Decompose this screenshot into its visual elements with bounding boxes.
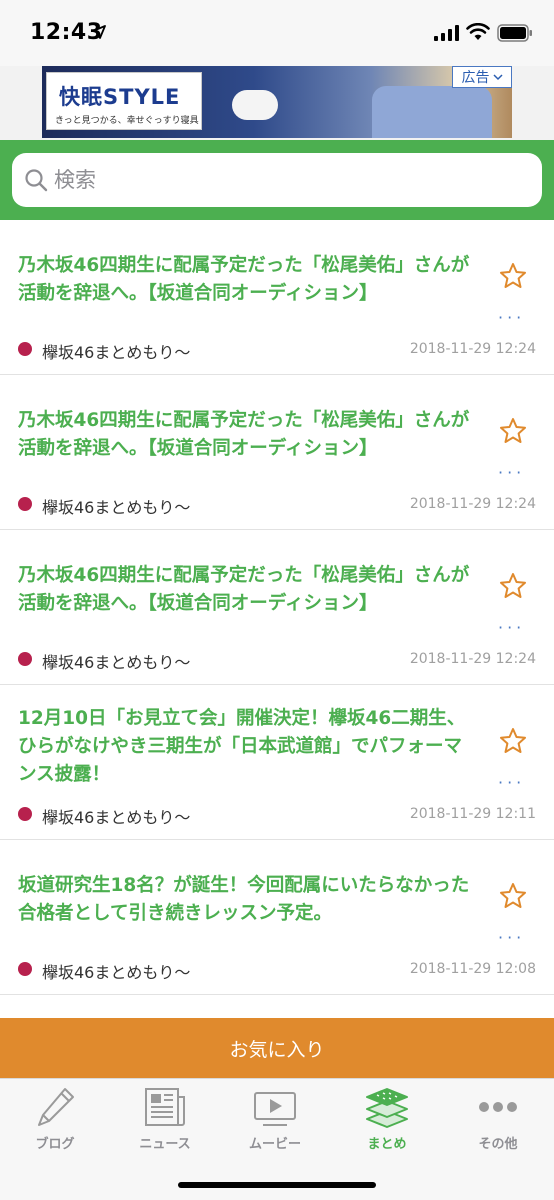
sheep-illustration [232,90,278,120]
source-dot [18,497,32,511]
ad-logo: 快眠STYLE [59,85,181,109]
tab-matome[interactable]: まとめ [332,1079,442,1159]
wifi-icon [466,23,490,40]
star-icon[interactable] [499,727,527,755]
more-icon [479,1102,517,1112]
more-options-icon[interactable]: ··· [498,308,534,327]
star-icon[interactable] [499,417,527,445]
article-date: 2018-11-29 12:24 [409,651,536,667]
tab-blog[interactable]: ブログ [0,1079,110,1159]
search-input[interactable] [54,153,524,207]
tab-label: ムービー [248,1137,301,1152]
newspaper-icon [145,1088,185,1126]
tab-other[interactable]: その他 [443,1079,553,1159]
battery-icon [497,24,532,42]
layers-icon [366,1088,408,1128]
favorites-button[interactable]: お気に入り [0,1018,554,1078]
article-title[interactable]: 乃木坂46四期生に配属予定だった「松尾美佑」さんが活動を辞退へ。【坂道合同オーデ… [18,407,478,463]
ad-badge-label: 広告 [461,70,490,86]
tab-bar: ブログ ニュース ムービー まとめ その他 [0,1078,554,1200]
ad-area: 快眠STYLE きっと見つかる、幸せぐっすり寝具 広告 [0,66,554,140]
article-item[interactable]: 乃木坂46四期生に配属予定だった「松尾美佑」さんが活動を辞退へ。【坂道合同オーデ… [0,220,554,375]
source-name: 欅坂46まとめもり〜 [42,343,191,362]
search-bar [0,140,554,220]
search-box[interactable] [12,153,542,207]
source-name: 欅坂46まとめもり〜 [42,653,191,672]
ad-banner[interactable]: 快眠STYLE きっと見つかる、幸せぐっすり寝具 [42,66,512,138]
tab-label: ブログ [35,1137,75,1152]
tab-label: ニュース [139,1137,191,1152]
article-date: 2018-11-29 12:11 [409,806,536,822]
article-item[interactable]: 乃木坂46四期生に配属予定だった「松尾美佑」さんが活動を辞退へ。【坂道合同オーデ… [0,530,554,685]
play-icon [254,1092,296,1126]
signal-icon [434,25,459,41]
home-indicator [178,1182,376,1188]
article-item[interactable]: 坂道研究生18名？が誕生！今回配属にいたらなかった合格者として引き続きレッスン予… [0,840,554,995]
chevron-down-icon [492,74,503,81]
more-options-icon[interactable]: ··· [498,463,534,482]
article-date: 2018-11-29 12:24 [409,341,536,357]
ad-logo-box: 快眠STYLE きっと見つかる、幸せぐっすり寝具 [46,72,202,130]
pen-icon [38,1088,74,1126]
source-dot [18,807,32,821]
star-icon[interactable] [499,572,527,600]
tab-label: その他 [478,1137,518,1152]
pillow-illustration [372,86,492,138]
source-dot [18,652,32,666]
source-name: 欅坂46まとめもり〜 [42,808,191,827]
article-date: 2018-11-29 12:08 [409,961,536,977]
ad-badge[interactable]: 広告 [452,66,512,88]
source-dot [18,962,32,976]
star-icon[interactable] [499,262,527,290]
more-options-icon[interactable]: ··· [498,773,534,792]
more-options-icon[interactable]: ··· [498,618,534,637]
article-item[interactable]: 乃木坂46四期生に配属予定だった「松尾美佑」さんが活動を辞退へ。【坂道合同オーデ… [0,375,554,530]
ad-tagline: きっと見つかる、幸せぐっすり寝具 [55,116,199,126]
status-bar: 12:43 [0,0,554,66]
source-name: 欅坂46まとめもり〜 [42,963,191,982]
tab-movie[interactable]: ムービー [220,1079,330,1159]
article-title[interactable]: 12月10日「お見立て会」開催決定！欅坂46二期生、ひらがなけやき三期生が「日本… [18,705,478,789]
tab-news[interactable]: ニュース [110,1079,220,1159]
location-arrow-icon [92,25,106,39]
source-name: 欅坂46まとめもり〜 [42,498,191,517]
article-item[interactable]: 12月10日「お見立て会」開催決定！欅坂46二期生、ひらがなけやき三期生が「日本… [0,685,554,840]
article-list: 乃木坂46四期生に配属予定だった「松尾美佑」さんが活動を辞退へ。【坂道合同オーデ… [0,220,554,995]
source-dot [18,342,32,356]
article-title[interactable]: 乃木坂46四期生に配属予定だった「松尾美佑」さんが活動を辞退へ。【坂道合同オーデ… [18,562,478,618]
more-options-icon[interactable]: ··· [498,928,534,947]
article-title[interactable]: 乃木坂46四期生に配属予定だった「松尾美佑」さんが活動を辞退へ。【坂道合同オーデ… [18,252,478,308]
article-date: 2018-11-29 12:24 [409,496,536,512]
star-icon[interactable] [499,882,527,910]
search-icon [25,169,48,192]
article-title[interactable]: 坂道研究生18名？が誕生！今回配属にいたらなかった合格者として引き続きレッスン予… [18,872,478,928]
tab-label: まとめ [367,1137,407,1152]
